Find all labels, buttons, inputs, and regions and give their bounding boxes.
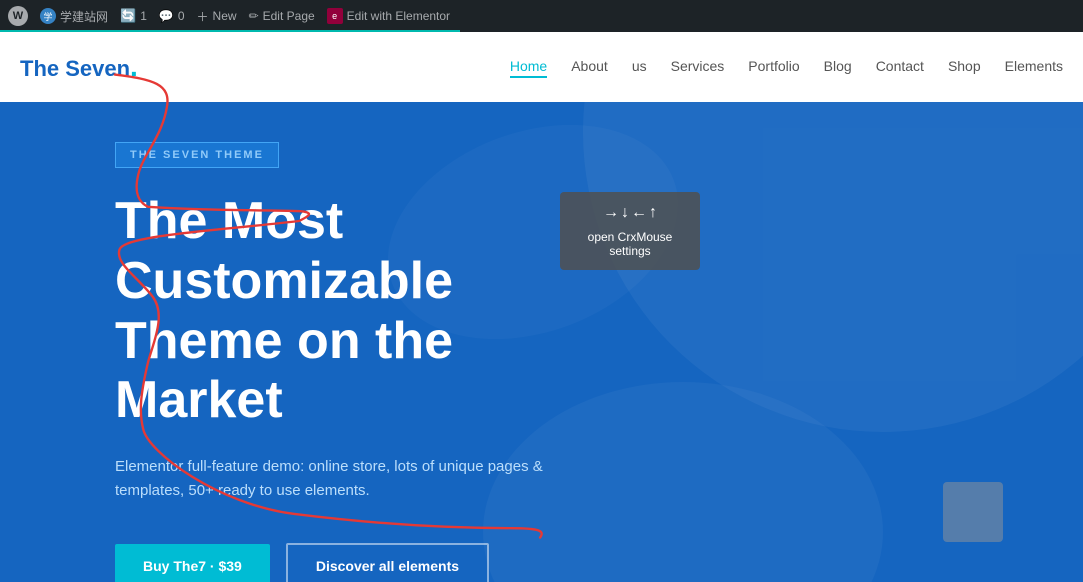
pencil-icon: ✏ (249, 9, 259, 23)
site-logo[interactable]: The Seven. (20, 51, 138, 83)
site-icon: 学 (40, 8, 56, 24)
comment-icon: 💬 (159, 9, 174, 23)
nav-item-us[interactable]: us (632, 58, 647, 76)
nav-item-elements[interactable]: Elements (1005, 58, 1063, 76)
discover-button[interactable]: Discover all elements (286, 543, 489, 582)
nav-link-elements[interactable]: Elements (1005, 58, 1063, 74)
comment-count: 0 (178, 9, 185, 23)
hero-title: The Most Customizable Theme on the Marke… (115, 192, 615, 431)
nav-item-blog[interactable]: Blog (824, 58, 852, 76)
wordpress-logo-icon: W (8, 6, 28, 26)
nav-link-contact[interactable]: Contact (876, 58, 924, 74)
nav-item-shop[interactable]: Shop (948, 58, 981, 76)
nav-item-portfolio[interactable]: Portfolio (748, 58, 799, 76)
nav-link-home[interactable]: Home (510, 58, 547, 78)
nav-link-us[interactable]: us (632, 58, 647, 74)
nav-link-portfolio[interactable]: Portfolio (748, 58, 799, 74)
edit-elementor-item[interactable]: e Edit with Elementor (327, 8, 450, 24)
buy-button[interactable]: Buy The7 · $39 (115, 544, 270, 582)
nav-item-contact[interactable]: Contact (876, 58, 924, 76)
edit-page-item[interactable]: ✏ Edit Page (249, 9, 315, 23)
nav-menu: Home About us Services Portfolio Blog Co… (510, 58, 1063, 76)
nav-link-shop[interactable]: Shop (948, 58, 981, 74)
edit-elementor-label: Edit with Elementor (347, 9, 450, 23)
comment-item[interactable]: 💬 0 (159, 9, 185, 23)
site-name-label: 学建站网 (60, 8, 108, 25)
logo-dot: . (130, 51, 138, 82)
theme-badge: THE SEVEN THEME (115, 142, 279, 168)
crxmouse-panel[interactable]: →↓←↑ open CrxMouse settings (560, 192, 700, 270)
crxmouse-label: open CrxMouse settings (576, 230, 684, 258)
nav-item-about[interactable]: About (571, 58, 608, 76)
wp-logo-item[interactable]: W (8, 6, 28, 26)
nav-link-blog[interactable]: Blog (824, 58, 852, 74)
site-navigation: The Seven. Home About us Services Portfo… (0, 32, 1083, 102)
hero-section: THE SEVEN THEME The Most Customizable Th… (0, 102, 1083, 582)
website-preview: The Seven. Home About us Services Portfo… (0, 32, 1083, 582)
hero-description: Elementor full-feature demo: online stor… (115, 455, 595, 503)
edit-page-label: Edit Page (263, 9, 315, 23)
gray-decorative-box (943, 482, 1003, 542)
admin-bar: W 学 学建站网 🔄 1 💬 0 ＋ New ✏ Edit Page e Edi… (0, 0, 1083, 32)
crxmouse-arrows-icon: →↓←↑ (576, 204, 684, 222)
new-item[interactable]: ＋ New (197, 8, 237, 25)
nav-item-services[interactable]: Services (671, 58, 725, 76)
logo-text: The Seven (20, 56, 130, 81)
hero-buttons: Buy The7 · $39 Discover all elements (115, 543, 1083, 582)
notif-item[interactable]: 🔄 1 (120, 8, 147, 24)
new-label: New (213, 9, 237, 23)
notif-count: 1 (140, 9, 147, 23)
nav-link-services[interactable]: Services (671, 58, 725, 74)
update-icon: 🔄 (120, 8, 136, 24)
elementor-icon: e (327, 8, 343, 24)
site-name-item[interactable]: 学 学建站网 (40, 8, 108, 25)
nav-item-home[interactable]: Home (510, 58, 547, 76)
plus-icon: ＋ (197, 8, 209, 25)
progress-bar (0, 30, 460, 32)
nav-link-about[interactable]: About (571, 58, 608, 74)
